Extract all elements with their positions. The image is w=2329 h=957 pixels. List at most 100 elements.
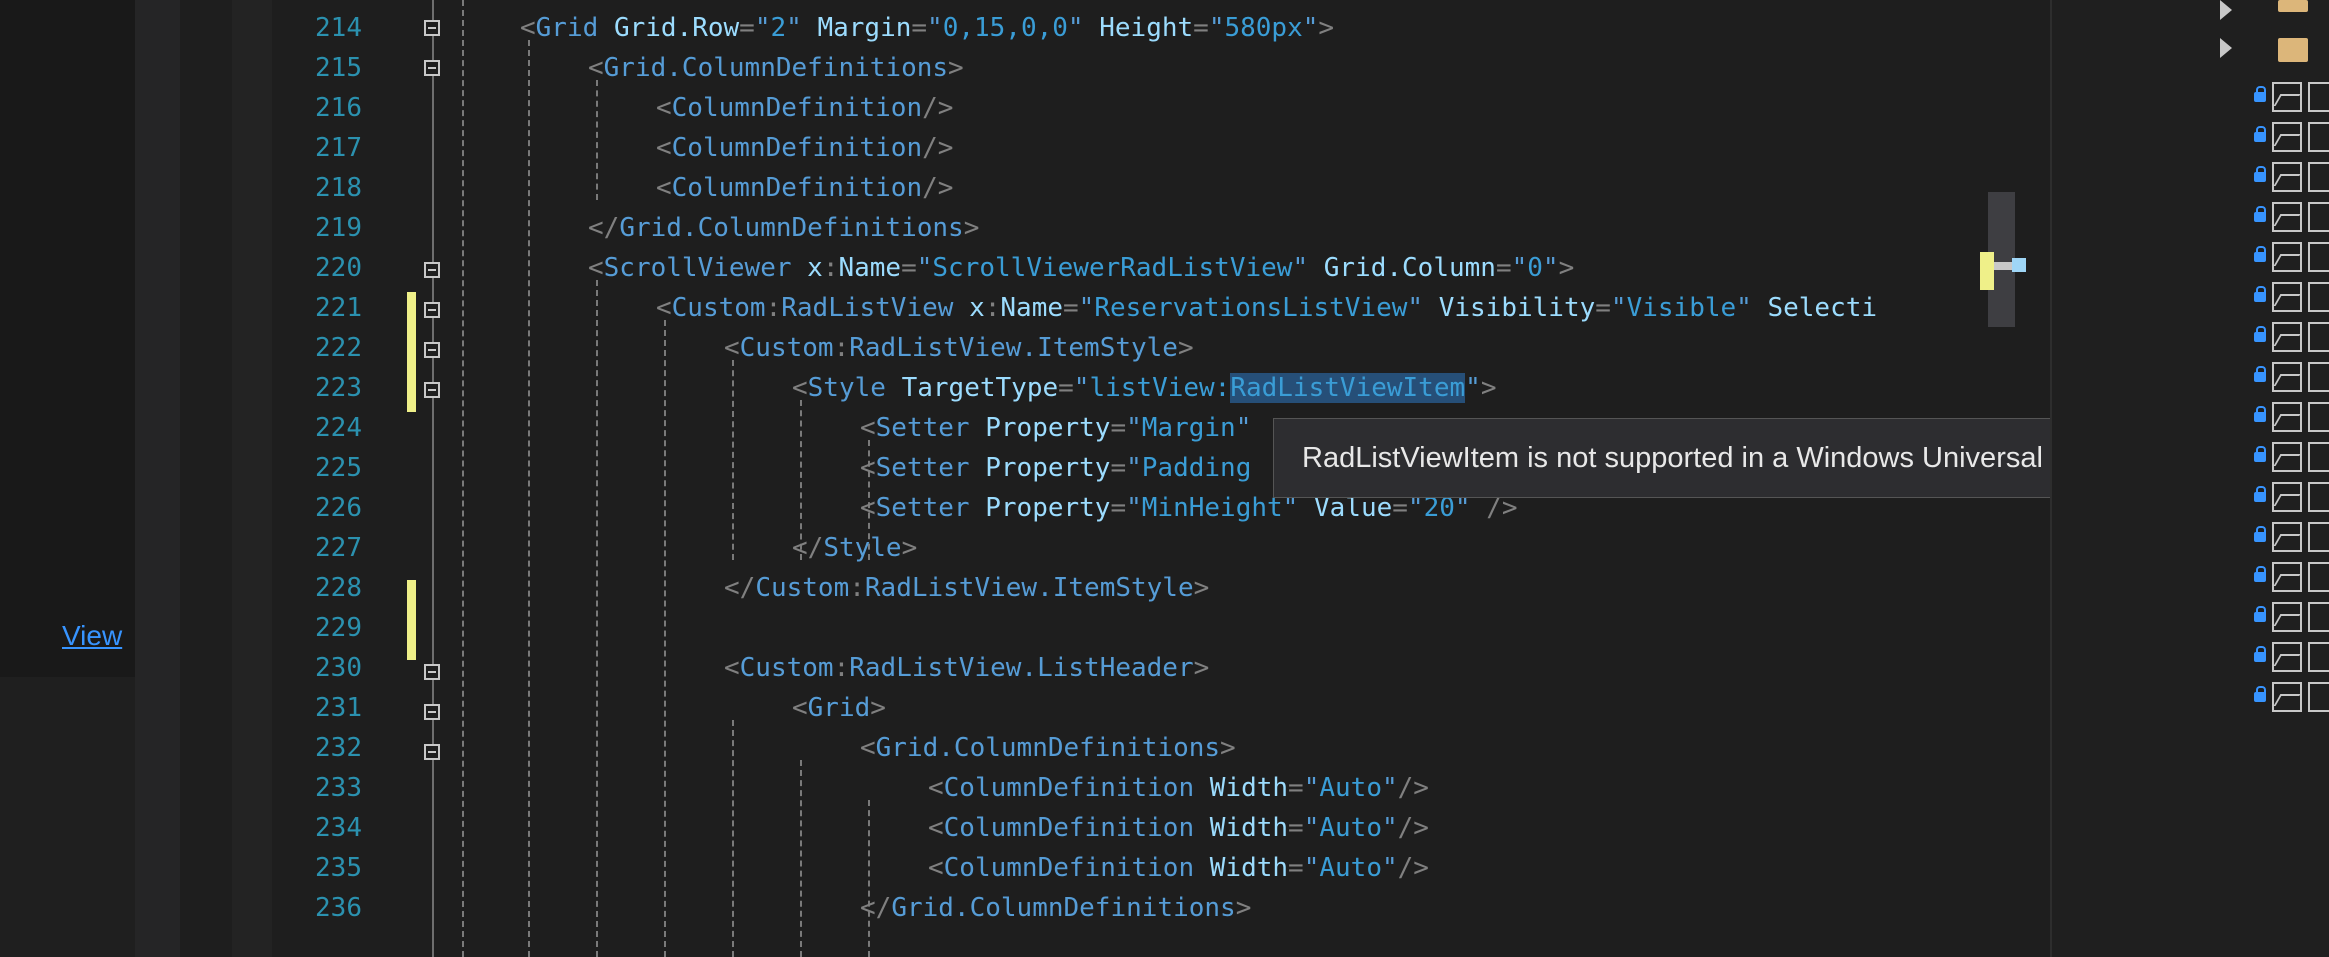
solution-file-item[interactable] bbox=[2250, 118, 2329, 158]
code-line[interactable]: <ColumnDefinition Width="Auto"/> bbox=[928, 808, 1429, 848]
code-line[interactable]: <ColumnDefinition/> bbox=[656, 168, 953, 208]
line-number: 228 bbox=[315, 573, 362, 603]
lock-icon bbox=[2254, 326, 2266, 342]
line-number: 223 bbox=[315, 373, 362, 403]
code-line[interactable]: </Grid.ColumnDefinitions> bbox=[588, 208, 979, 248]
solution-file-item[interactable] bbox=[2250, 158, 2329, 198]
image-file-icon bbox=[2308, 242, 2329, 272]
line-number: 221 bbox=[315, 293, 362, 323]
image-file-icon bbox=[2308, 82, 2329, 112]
code-line[interactable]: </Grid.ColumnDefinitions> bbox=[860, 888, 1251, 928]
code-line[interactable]: </Custom:RadListView.ItemStyle> bbox=[724, 568, 1209, 608]
change-marker bbox=[407, 292, 416, 412]
image-file-icon bbox=[2308, 322, 2329, 352]
lock-icon bbox=[2254, 406, 2266, 422]
image-file-icon bbox=[2308, 442, 2329, 472]
fold-toggle[interactable] bbox=[424, 262, 440, 278]
solution-file-item[interactable] bbox=[2250, 198, 2329, 238]
folder-icon bbox=[2278, 38, 2308, 62]
image-file-icon bbox=[2272, 362, 2302, 392]
code-line[interactable]: <ColumnDefinition Width="Auto"/> bbox=[928, 768, 1429, 808]
indent-guide bbox=[664, 320, 666, 957]
code-line[interactable]: <Setter Property="Margin" bbox=[860, 408, 1251, 448]
solution-file-item[interactable] bbox=[2250, 278, 2329, 318]
lock-icon bbox=[2254, 366, 2266, 382]
image-file-icon bbox=[2308, 522, 2329, 552]
chevron-right-icon[interactable] bbox=[2220, 38, 2232, 58]
solution-file-item[interactable] bbox=[2250, 398, 2329, 438]
line-number: 233 bbox=[315, 773, 362, 803]
fold-toggle[interactable] bbox=[424, 744, 440, 760]
solution-file-item[interactable] bbox=[2250, 638, 2329, 678]
fold-toggle[interactable] bbox=[424, 382, 440, 398]
image-file-icon bbox=[2272, 682, 2302, 712]
fold-toggle[interactable] bbox=[424, 704, 440, 720]
code-line[interactable]: <Grid.ColumnDefinitions> bbox=[588, 48, 964, 88]
solution-file-item[interactable] bbox=[2250, 438, 2329, 478]
scrollbar-caret-marker bbox=[2012, 258, 2026, 272]
chevron-right-icon[interactable] bbox=[2220, 0, 2232, 20]
indent-guide bbox=[462, 0, 464, 957]
indent-guide bbox=[528, 40, 530, 957]
line-number: 216 bbox=[315, 93, 362, 123]
lock-icon bbox=[2254, 526, 2266, 542]
fold-toggle[interactable] bbox=[424, 302, 440, 318]
fold-toggle[interactable] bbox=[424, 664, 440, 680]
code-line[interactable]: <Grid.ColumnDefinitions> bbox=[860, 728, 1236, 768]
fold-toggle[interactable] bbox=[424, 20, 440, 36]
solution-file-item[interactable] bbox=[2250, 678, 2329, 718]
indent-guide bbox=[800, 760, 802, 957]
solution-file-item[interactable] bbox=[2250, 318, 2329, 358]
lock-icon bbox=[2254, 86, 2266, 102]
image-file-icon bbox=[2308, 402, 2329, 432]
image-file-icon bbox=[2308, 162, 2329, 192]
code-line[interactable]: <Grid Grid.Row="2" Margin="0,15,0,0" Hei… bbox=[520, 8, 1334, 48]
solution-file-item[interactable] bbox=[2250, 518, 2329, 558]
lock-icon bbox=[2254, 206, 2266, 222]
code-line[interactable]: <Style TargetType="listView:RadListViewI… bbox=[792, 368, 1496, 408]
solution-file-item[interactable] bbox=[2250, 78, 2329, 118]
image-file-icon bbox=[2272, 122, 2302, 152]
line-number: 235 bbox=[315, 853, 362, 883]
code-line[interactable]: <Setter Property="Padding bbox=[860, 448, 1251, 488]
fold-toggle[interactable] bbox=[424, 342, 440, 358]
image-file-icon bbox=[2272, 162, 2302, 192]
solution-file-item[interactable] bbox=[2250, 478, 2329, 518]
folder-icon bbox=[2278, 0, 2308, 12]
line-number: 227 bbox=[315, 533, 362, 563]
solution-file-item[interactable] bbox=[2250, 558, 2329, 598]
lock-icon bbox=[2254, 126, 2266, 142]
image-file-icon bbox=[2272, 482, 2302, 512]
code-line[interactable]: <ColumnDefinition Width="Auto"/> bbox=[928, 848, 1429, 888]
indent-guide bbox=[732, 360, 734, 560]
line-number: 217 bbox=[315, 133, 362, 163]
code-line[interactable]: <ColumnDefinition/> bbox=[656, 88, 953, 128]
left-panel-content bbox=[0, 0, 135, 677]
image-file-icon bbox=[2272, 562, 2302, 592]
image-file-icon bbox=[2272, 282, 2302, 312]
line-number: 218 bbox=[315, 173, 362, 203]
editor-margin bbox=[232, 0, 272, 957]
line-number: 222 bbox=[315, 333, 362, 363]
solution-file-item[interactable] bbox=[2250, 358, 2329, 398]
fold-toggle[interactable] bbox=[424, 60, 440, 76]
code-line[interactable]: <Grid> bbox=[792, 688, 886, 728]
code-line[interactable]: <ColumnDefinition/> bbox=[656, 128, 953, 168]
code-line[interactable]: <Custom:RadListView x:Name="Reservations… bbox=[656, 288, 1877, 328]
lock-icon bbox=[2254, 566, 2266, 582]
line-number: 220 bbox=[315, 253, 362, 283]
image-file-icon bbox=[2272, 642, 2302, 672]
code-line[interactable]: <Custom:RadListView.ItemStyle> bbox=[724, 328, 1194, 368]
image-file-icon bbox=[2308, 562, 2329, 592]
change-marker bbox=[407, 580, 416, 660]
lock-icon bbox=[2254, 446, 2266, 462]
code-line[interactable]: <ScrollViewer x:Name="ScrollViewerRadLis… bbox=[588, 248, 1574, 288]
scrollbar-change-marker bbox=[1980, 252, 1994, 290]
view-link[interactable]: View bbox=[62, 620, 122, 652]
code-line[interactable]: </Style> bbox=[792, 528, 917, 568]
panel-splitter[interactable] bbox=[135, 0, 180, 957]
image-file-icon bbox=[2308, 202, 2329, 232]
code-line[interactable]: <Custom:RadListView.ListHeader> bbox=[724, 648, 1209, 688]
solution-file-item[interactable] bbox=[2250, 238, 2329, 278]
solution-file-item[interactable] bbox=[2250, 598, 2329, 638]
